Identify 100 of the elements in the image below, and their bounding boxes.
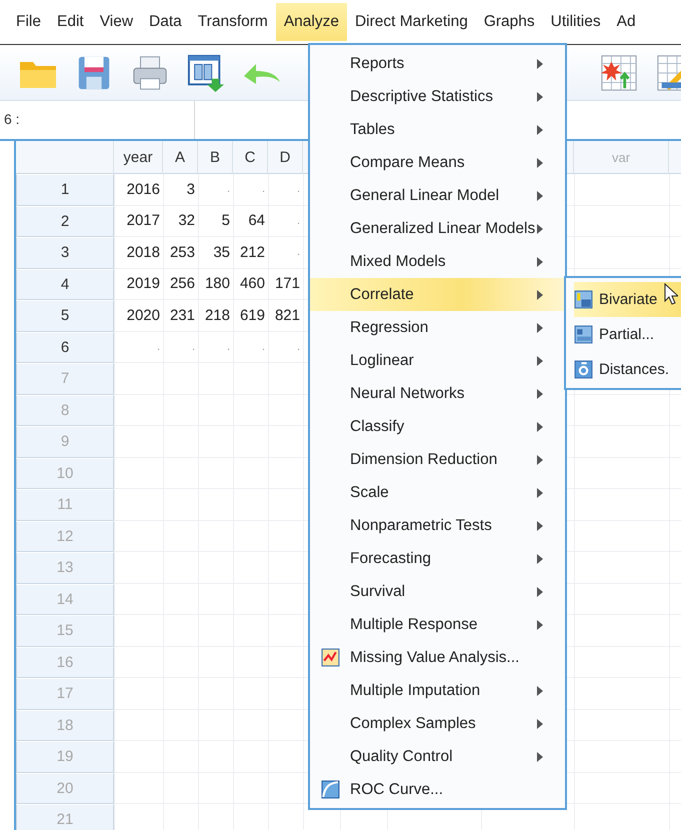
menu-item[interactable]: ROC Curve...: [310, 773, 565, 806]
menu-item[interactable]: Multiple Imputation: [310, 674, 565, 707]
menu-item[interactable]: Utilities: [542, 3, 609, 41]
menu-item[interactable]: Scale: [310, 476, 565, 509]
menu-item[interactable]: Distances.: [574, 352, 681, 387]
table-cell: 218: [198, 300, 233, 332]
submenu-arrow-icon: [537, 256, 543, 266]
row-header[interactable]: 3: [16, 237, 114, 268]
column-header[interactable]: A: [163, 141, 198, 174]
menu-item[interactable]: Nonparametric Tests: [310, 509, 565, 542]
table-cell: .: [198, 332, 233, 363]
table-icon: [574, 325, 593, 344]
table-cell: 32: [163, 206, 198, 237]
menu-item[interactable]: Neural Networks: [310, 377, 565, 410]
table-cell: .: [198, 174, 233, 206]
table-cell: 2016: [114, 174, 163, 206]
table-cell: 2017: [114, 206, 163, 237]
menu-item[interactable]: Generalized Linear Models: [310, 212, 565, 245]
menu-item[interactable]: Mixed Models: [310, 245, 565, 278]
cell-reference: 6 :: [0, 101, 195, 139]
table-cell: .: [163, 332, 198, 363]
submenu-arrow-icon: [537, 322, 543, 332]
table-cell: 253: [163, 237, 198, 268]
table-cell: .: [268, 206, 303, 237]
menu-item[interactable]: Correlate: [310, 278, 565, 311]
row-header[interactable]: 6: [16, 332, 114, 363]
table-cell: 256: [163, 268, 198, 300]
submenu-arrow-icon: [537, 488, 543, 498]
submenu-arrow-icon: [537, 718, 543, 728]
table-cell: .: [114, 332, 163, 363]
submenu-arrow-icon: [537, 586, 543, 596]
menu-item[interactable]: Loglinear: [310, 344, 565, 377]
row-header[interactable]: 5: [16, 300, 114, 332]
menu-item[interactable]: Compare Means: [310, 146, 565, 179]
table-cell: .: [268, 332, 303, 363]
menu-item[interactable]: Partial...: [574, 317, 681, 352]
table-cell: 2019: [114, 268, 163, 300]
menu-item[interactable]: Data: [141, 3, 190, 41]
grid-star-icon[interactable]: [599, 54, 639, 92]
table-cell: 460: [233, 268, 268, 300]
menu-item[interactable]: Complex Samples: [310, 707, 565, 740]
table-cell: 231: [163, 300, 198, 332]
table-cell: 3: [163, 174, 198, 206]
table-cell: 619: [233, 300, 268, 332]
menu-item[interactable]: Edit: [48, 3, 92, 41]
menu-item[interactable]: Regression: [310, 311, 565, 344]
column-header[interactable]: D: [268, 141, 303, 174]
submenu-arrow-icon: [537, 620, 543, 630]
chart-icon: [320, 648, 340, 667]
menu-item[interactable]: General Linear Model: [310, 179, 565, 212]
table-cell: .: [268, 174, 303, 206]
mouse-cursor-icon: [664, 283, 678, 305]
table-cell: 821: [268, 300, 303, 332]
table-cell: 2018: [114, 237, 163, 268]
column-header[interactable]: year: [114, 141, 163, 174]
column-header[interactable]: C: [233, 141, 268, 174]
menu-item[interactable]: Graphs: [476, 3, 543, 41]
table-cell: 5: [198, 206, 233, 237]
menu-item[interactable]: Dimension Reduction: [310, 443, 565, 476]
table-cell: 2020: [114, 300, 163, 332]
table-cell: .: [268, 237, 303, 268]
submenu-arrow-icon: [537, 686, 543, 696]
table-cell: .: [233, 174, 268, 206]
menu-item[interactable]: Forecasting: [310, 542, 565, 575]
menu-item[interactable]: File: [8, 3, 49, 41]
submenu-arrow-icon: [537, 190, 543, 200]
menu-item[interactable]: Ad: [608, 3, 644, 41]
table-cell: .: [233, 332, 268, 363]
submenu-arrow-icon: [537, 124, 543, 134]
submenu-arrow-icon: [537, 454, 543, 464]
table-icon: [574, 290, 593, 309]
menu-item[interactable]: Tables: [310, 113, 565, 146]
row-header[interactable]: 1: [16, 174, 114, 206]
submenu-arrow-icon: [537, 58, 543, 68]
submenu-arrow-icon: [537, 422, 543, 432]
table-cell: 212: [233, 237, 268, 268]
row-header[interactable]: 4: [16, 268, 114, 300]
table-cell: 64: [233, 206, 268, 237]
menu-item[interactable]: Quality Control: [310, 740, 565, 773]
menu-item[interactable]: Survival: [310, 575, 565, 608]
submenu-arrow-icon: [537, 752, 543, 762]
submenu-arrow-icon: [537, 356, 543, 366]
table-cell: 180: [198, 268, 233, 300]
menu-item[interactable]: Classify: [310, 410, 565, 443]
curve-icon: [320, 780, 340, 799]
menu-item[interactable]: Bivariate: [574, 282, 681, 317]
menu-item[interactable]: View: [92, 3, 142, 41]
table-cell: 171: [268, 268, 303, 300]
menu-item[interactable]: Multiple Response: [310, 608, 565, 641]
row-header[interactable]: 2: [16, 206, 114, 237]
submenu-arrow-icon: [537, 388, 543, 398]
menu-item[interactable]: Descriptive Statistics: [310, 80, 565, 113]
dialog-recall-icon[interactable]: [186, 54, 226, 92]
submenu-arrow-icon: [537, 554, 543, 564]
menu-item[interactable]: Analyze: [276, 3, 347, 41]
column-header[interactable]: B: [198, 141, 233, 174]
submenu-arrow-icon: [537, 520, 543, 530]
menu-item[interactable]: Missing Value Analysis...: [310, 641, 565, 674]
menu-item[interactable]: Transform: [190, 3, 276, 41]
menu-item[interactable]: Direct Marketing: [346, 3, 476, 41]
